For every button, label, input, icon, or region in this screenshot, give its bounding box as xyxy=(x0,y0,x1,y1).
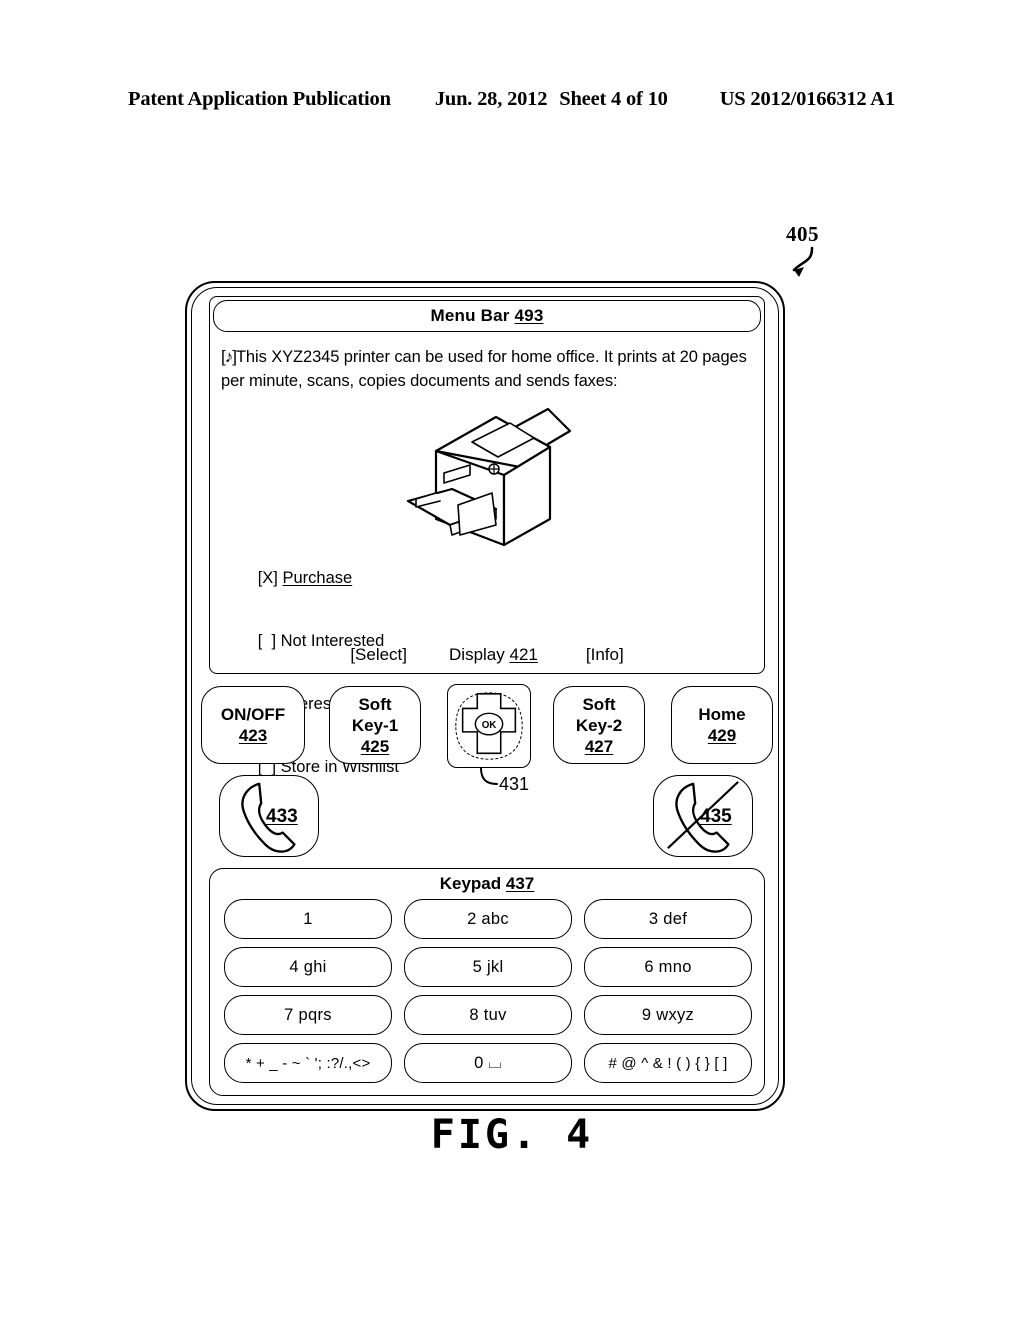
keypad-key-9[interactable]: 9 wxyz xyxy=(584,995,752,1035)
soft-key-2-label-line2: Key-2 xyxy=(575,715,623,735)
dpad-ok-label: OK xyxy=(482,720,497,731)
display-softkey-labels: [Select] Display 421 [Info] xyxy=(210,645,764,665)
soft-key-1-label-line2: Key-1 xyxy=(351,715,399,735)
keypad-key-4[interactable]: 4 ghi xyxy=(224,947,392,987)
menu-bar-reference: 493 xyxy=(514,306,544,325)
display-reference: 421 xyxy=(509,645,538,664)
product-description: [♪]This XYZ2345 printer can be used for … xyxy=(221,345,755,393)
keypad-key-hash-symbols[interactable]: # @ ^ & ! ( ) { } [ ] xyxy=(584,1043,752,1083)
keypad-title: Keypad 437 xyxy=(210,874,764,894)
keypad-key-2[interactable]: 2 abc xyxy=(404,899,572,939)
send-call-reference: 433 xyxy=(266,806,298,827)
menu-bar-493[interactable]: Menu Bar 493 xyxy=(213,300,761,332)
soft-key-2-button-427[interactable]: Soft Key-2 427 xyxy=(553,686,645,764)
on-off-reference: 423 xyxy=(238,726,268,745)
dpad-icon: OK xyxy=(455,692,523,760)
softkey-label-info[interactable]: [Info] xyxy=(586,645,624,665)
display-label: Display xyxy=(449,645,505,664)
product-description-text: This XYZ2345 printer can be used for hom… xyxy=(221,348,747,390)
patent-header: Patent Application Publication Jun. 28, … xyxy=(128,88,896,111)
home-button-429[interactable]: Home 429 xyxy=(671,686,773,764)
soft-key-1-button-425[interactable]: Soft Key-1 425 xyxy=(329,686,421,764)
menu-bar-label: Menu Bar xyxy=(430,306,510,325)
keypad-key-7[interactable]: 7 pqrs xyxy=(224,995,392,1035)
keypad-label: Keypad xyxy=(439,874,502,893)
option-label: Purchase xyxy=(282,569,353,587)
music-note-icon: [♪] xyxy=(221,347,237,366)
on-off-button-423[interactable]: ON/OFF 423 xyxy=(201,686,305,764)
keypad-key-0[interactable]: 0 ⌴ xyxy=(404,1043,572,1083)
device-display-421: Menu Bar 493 [♪]This XYZ2345 printer can… xyxy=(209,296,765,776)
control-button-row: ON/OFF 423 Soft Key-1 425 OK 431 Soft Ke… xyxy=(201,684,773,794)
keypad-key-5[interactable]: 5 jkl xyxy=(404,947,572,987)
option-marker: [X] xyxy=(257,569,278,587)
keypad-key-8[interactable]: 8 tuv xyxy=(404,995,572,1035)
end-call-button-435[interactable]: 435 xyxy=(653,775,753,857)
option-purchase[interactable]: [X] Purchase xyxy=(221,547,399,610)
navigation-pad-431[interactable]: OK xyxy=(447,684,531,768)
softkey-label-select[interactable]: [Select] xyxy=(350,645,407,665)
soft-key-1-reference: 425 xyxy=(360,736,390,756)
end-call-reference: 435 xyxy=(700,806,732,827)
publication-date: Jun. 28, 2012 xyxy=(434,88,548,110)
publication-label: Patent Application Publication xyxy=(128,88,391,110)
keypad-grid: 1 2 abc 3 def 4 ghi 5 jkl 6 mno 7 pqrs 8… xyxy=(224,899,752,1083)
on-off-label: ON/OFF xyxy=(220,705,286,724)
home-label: Home xyxy=(698,705,746,724)
patent-number: US 2012/0166312 A1 xyxy=(719,88,895,110)
sheet-number: Sheet 4 of 10 xyxy=(559,88,668,110)
soft-key-2-label-line1: Soft xyxy=(582,694,616,714)
home-reference: 429 xyxy=(707,726,737,745)
printer-illustration xyxy=(400,397,600,547)
soft-key-2-reference: 427 xyxy=(584,736,614,756)
figure-caption: FIG. 4 xyxy=(430,1112,594,1158)
mobile-device-405: Menu Bar 493 [♪]This XYZ2345 printer can… xyxy=(185,281,785,1111)
send-call-button-433[interactable]: 433 xyxy=(219,775,319,857)
keypad-key-1[interactable]: 1 xyxy=(224,899,392,939)
keypad-437: Keypad 437 1 2 abc 3 def 4 ghi 5 jkl 6 m… xyxy=(209,868,765,1096)
call-button-row: 433 435 xyxy=(201,775,773,861)
soft-key-1-label-line1: Soft xyxy=(358,694,392,714)
keypad-reference: 437 xyxy=(505,874,535,893)
keypad-key-star-symbols[interactable]: * + _ - ~ ` '; :?/.,<> xyxy=(224,1043,392,1083)
keypad-key-3[interactable]: 3 def xyxy=(584,899,752,939)
keypad-key-6[interactable]: 6 mno xyxy=(584,947,752,987)
